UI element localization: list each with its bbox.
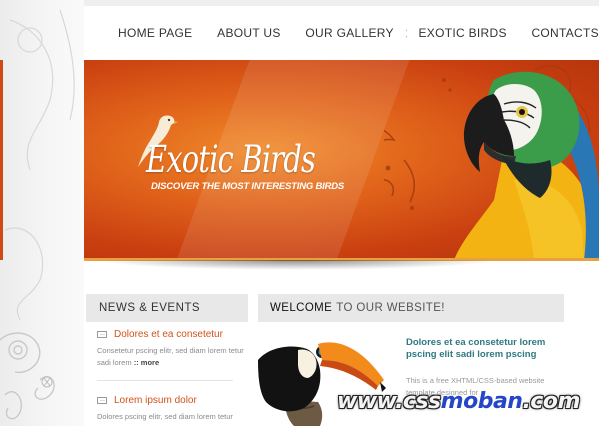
nav-separator-icon <box>518 28 520 38</box>
news-item-text: Consetetur pscing elitr, sed diam lorem … <box>97 345 247 369</box>
nav-home[interactable]: HOME PAGE <box>118 26 193 40</box>
nav-separator-icon <box>292 28 294 38</box>
welcome-title[interactable]: Dolores et ea consetetur lorem pscing el… <box>406 337 566 361</box>
news-item-body: Dolores pscing elitr, sed diam lorem tet… <box>97 412 233 421</box>
news-item-title[interactable]: Dolores et ea consetetur <box>114 329 223 340</box>
news-more-link[interactable]: :: more <box>134 358 159 367</box>
nav-separator-icon <box>405 28 407 38</box>
site-watermark: www.cssmoban.com <box>337 389 580 415</box>
watermark-part1: www.css <box>337 389 441 414</box>
nav-gallery[interactable]: OUR GALLERY <box>305 26 393 40</box>
news-item-text: Dolores pscing elitr, sed diam lorem tet… <box>97 411 247 423</box>
news-divider <box>97 380 233 381</box>
news-heading: NEWS & EVENTS <box>86 294 248 322</box>
news-item: Lorem ipsum dolor Dolores pscing elitr, … <box>97 395 247 423</box>
watermark-part2: moban <box>440 389 523 414</box>
main-nav: HOME PAGE ABOUT US OUR GALLERY EXOTIC BI… <box>84 6 599 60</box>
welcome-heading-bold: WELCOME <box>270 302 333 314</box>
news-item: Dolores et ea consetetur Consetetur psci… <box>97 329 247 369</box>
watermark-part3: .com <box>522 389 580 414</box>
parrot-image <box>384 65 599 260</box>
news-item-title[interactable]: Lorem ipsum dolor <box>114 395 197 406</box>
news-icon <box>97 331 107 338</box>
banner-tagline: DISCOVER THE MOST INTERESTING BIRDS <box>151 181 345 192</box>
news-icon <box>97 397 107 404</box>
hero-banner: Exotic Birds DISCOVER THE MOST INTERESTI… <box>84 60 599 260</box>
nav-contacts[interactable]: CONTACTS <box>531 26 599 40</box>
left-accent-bar <box>0 60 3 260</box>
welcome-heading-rest: TO OUR WEBSITE! <box>336 302 445 314</box>
nav-about[interactable]: ABOUT US <box>217 26 281 40</box>
left-decoration <box>0 0 84 426</box>
banner-title: Exotic Birds <box>146 138 316 181</box>
nav-separator-icon <box>204 28 206 38</box>
nav-exotic-birds[interactable]: EXOTIC BIRDS <box>419 26 507 40</box>
news-item-body: Consetetur pscing elitr, sed diam lorem … <box>97 346 244 367</box>
welcome-heading: WELCOME TO OUR WEBSITE! <box>258 294 564 322</box>
banner-shadow <box>96 260 496 270</box>
